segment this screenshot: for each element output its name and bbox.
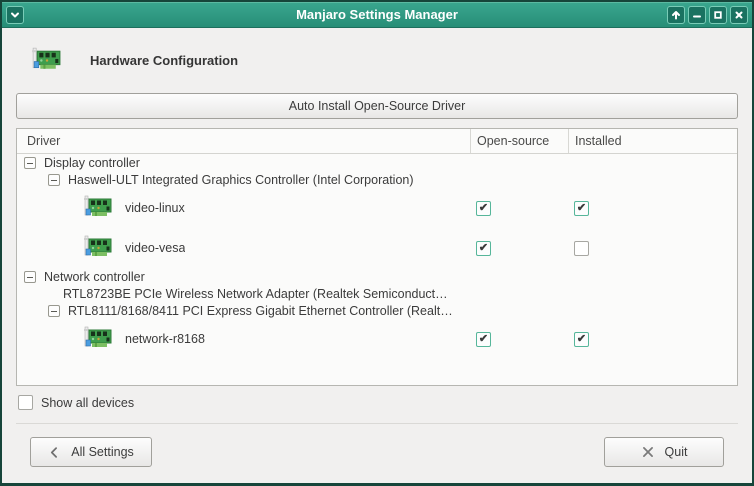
maximize-button[interactable]	[709, 5, 727, 24]
minimize-button[interactable]	[688, 5, 706, 24]
minimize-icon	[691, 9, 703, 21]
row-label: Display controller	[44, 155, 140, 170]
tree-row[interactable]: Display controller	[17, 154, 737, 171]
tree-row[interactable]: network-r8168 ✔ ✔	[17, 319, 737, 359]
close-x-icon	[641, 445, 655, 459]
show-all-devices-label: Show all devices	[41, 395, 135, 410]
footer: All Settings Quit	[16, 423, 738, 483]
auto-install-driver-button[interactable]: Auto Install Open-Source Driver	[16, 93, 738, 119]
row-label: network-r8168	[125, 332, 205, 346]
driver-tree: Display controller Haswell-ULT Integrated…	[17, 154, 737, 385]
close-button[interactable]	[730, 5, 748, 24]
quit-label: Quit	[664, 445, 688, 459]
tree-row[interactable]: Haswell-ULT Integrated Graphics Controll…	[17, 171, 737, 188]
window-menu-button[interactable]	[6, 5, 24, 24]
window-title: Manjaro Settings Manager	[296, 7, 458, 22]
installed-checkbox[interactable]	[574, 240, 589, 256]
collapse-expander-icon[interactable]	[48, 173, 60, 186]
open-source-checkbox[interactable]: ✔	[476, 240, 491, 256]
row-label: Network controller	[44, 269, 145, 284]
open-source-checkbox[interactable]: ✔	[476, 331, 491, 347]
page-header: Hardware Configuration	[30, 38, 738, 82]
collapse-expander-icon[interactable]	[48, 304, 60, 317]
pci-card-icon	[81, 192, 115, 224]
pci-card-icon	[30, 44, 63, 77]
chevron-down-icon	[9, 9, 21, 21]
installed-checkbox[interactable]: ✔	[574, 200, 589, 216]
page-title: Hardware Configuration	[90, 52, 239, 68]
column-header-driver[interactable]: Driver	[17, 129, 470, 153]
titlebar[interactable]: Manjaro Settings Manager	[2, 2, 752, 28]
pci-card-icon	[81, 323, 115, 355]
tree-row[interactable]: RTL8723BE PCIe Wireless Network Adapter …	[17, 285, 737, 302]
row-label: RTL8723BE PCIe Wireless Network Adapter …	[63, 286, 448, 301]
show-all-devices-row[interactable]: Show all devices	[16, 395, 738, 410]
app-window: Manjaro Settings Manager Hardware Config…	[0, 0, 754, 486]
table-header[interactable]: Driver Open-source Installed	[17, 129, 737, 154]
row-label: video-linux	[125, 201, 185, 215]
quit-button[interactable]: Quit	[604, 437, 724, 467]
installed-checkbox[interactable]: ✔	[574, 331, 589, 347]
all-settings-button[interactable]: All Settings	[30, 437, 152, 467]
open-source-checkbox[interactable]: ✔	[476, 200, 491, 216]
arrow-up-icon	[670, 9, 682, 21]
column-header-installed[interactable]: Installed	[568, 129, 737, 153]
chevron-left-icon	[48, 446, 61, 459]
pci-card-icon	[81, 232, 115, 264]
show-all-devices-checkbox[interactable]	[18, 395, 33, 410]
maximize-icon	[712, 9, 724, 21]
row-label: video-vesa	[125, 241, 186, 255]
tree-row[interactable]: RTL8111/8168/8411 PCI Express Gigabit Et…	[17, 302, 737, 319]
tree-row[interactable]: video-vesa ✔	[17, 228, 737, 268]
collapse-expander-icon[interactable]	[24, 156, 36, 169]
row-label: Haswell-ULT Integrated Graphics Controll…	[68, 172, 414, 187]
tree-row[interactable]: video-linux ✔ ✔	[17, 188, 737, 228]
tree-row[interactable]: Network controller	[17, 268, 737, 285]
row-label: RTL8111/8168/8411 PCI Express Gigabit Et…	[68, 303, 453, 318]
all-settings-label: All Settings	[71, 445, 134, 459]
driver-table: Driver Open-source Installed Display con…	[16, 128, 738, 386]
content-area: Hardware Configuration Auto Install Open…	[2, 28, 752, 483]
keep-above-button[interactable]	[667, 5, 685, 24]
collapse-expander-icon[interactable]	[24, 270, 36, 283]
column-header-open-source[interactable]: Open-source	[470, 129, 568, 153]
close-icon	[733, 9, 745, 21]
